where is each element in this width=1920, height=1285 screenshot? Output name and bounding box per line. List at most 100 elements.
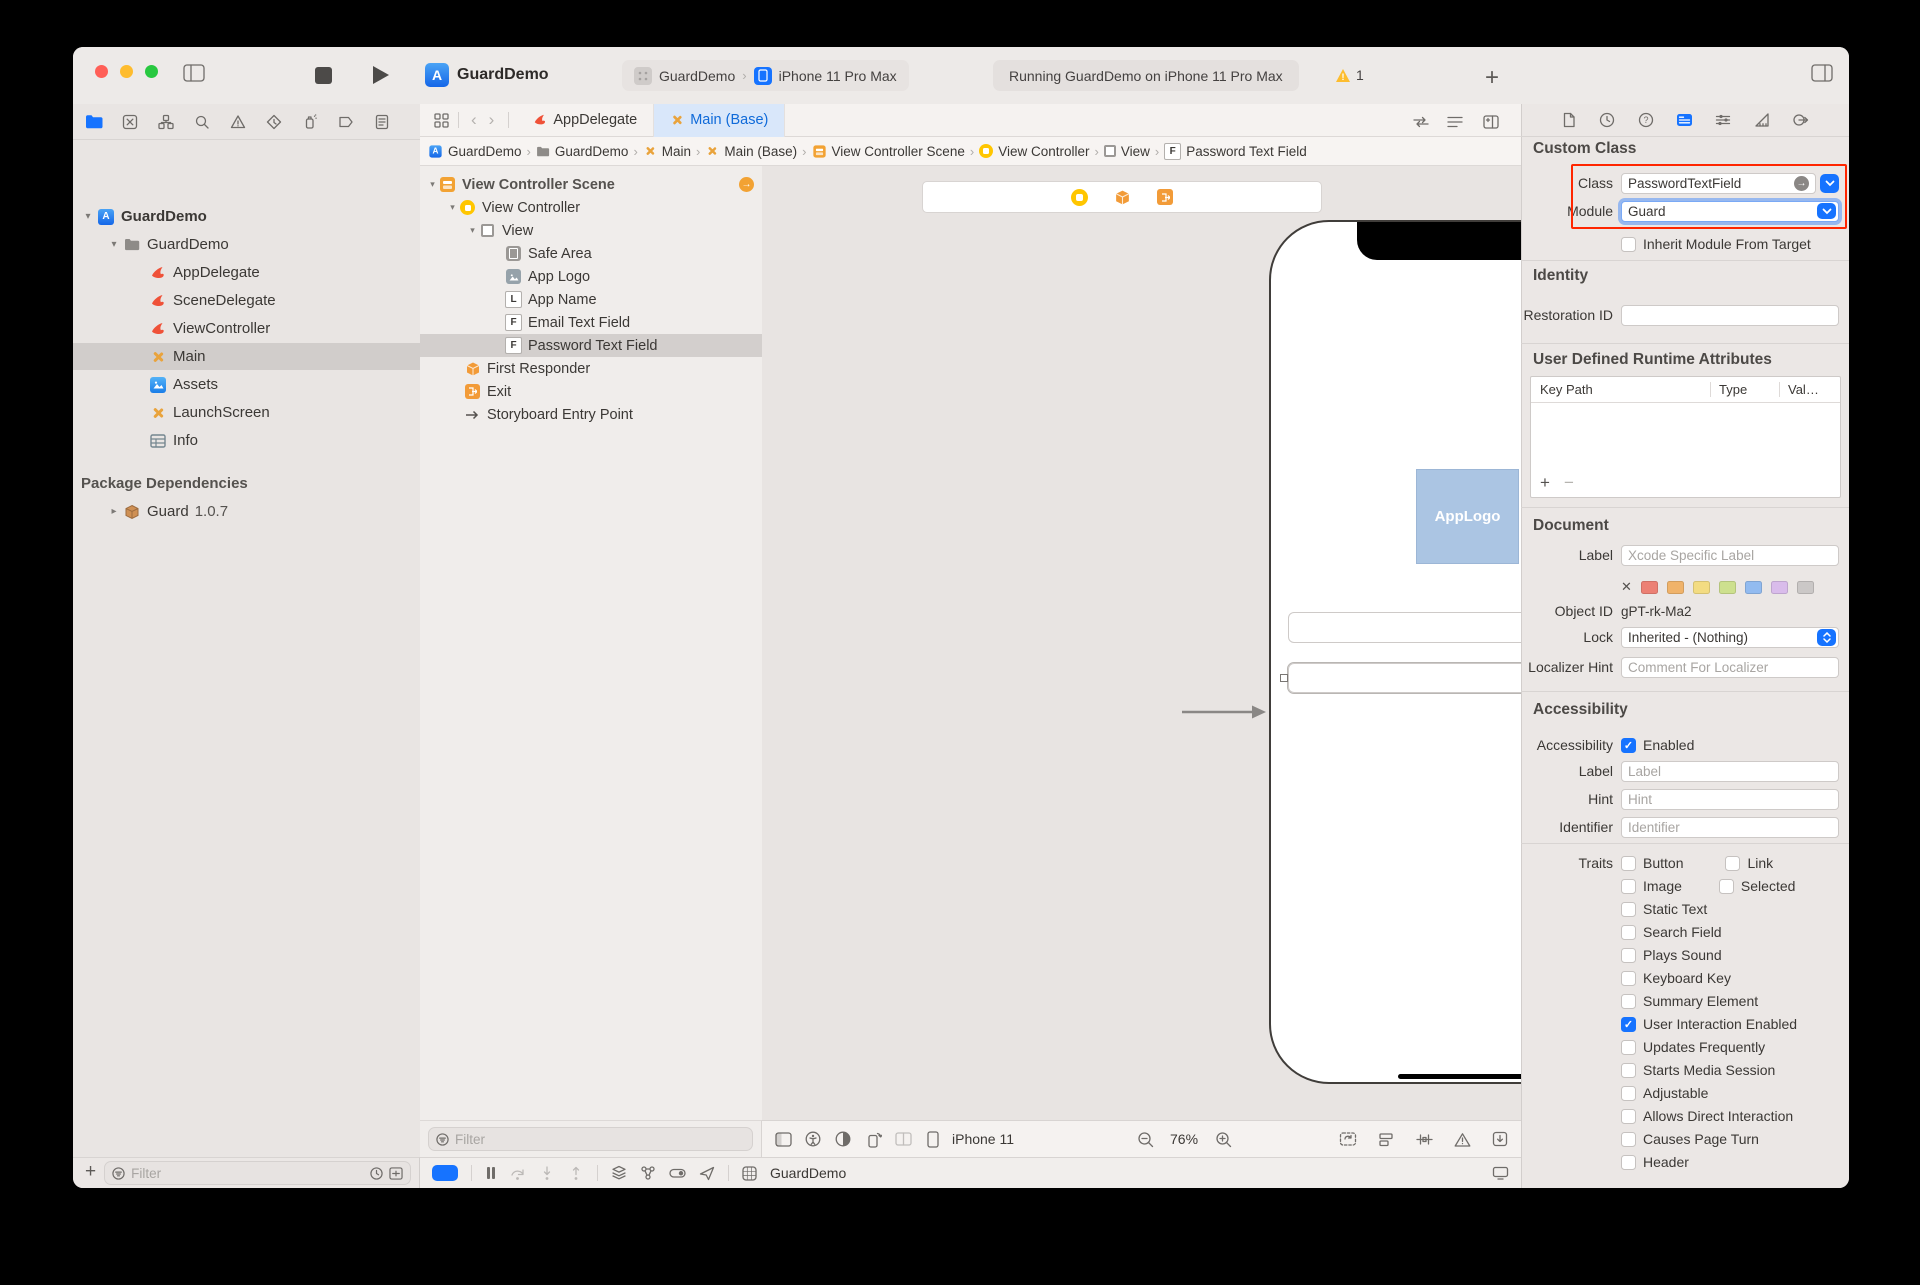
- outline-item-scene[interactable]: ▾ View Controller Scene →: [420, 173, 768, 196]
- column-type[interactable]: Type: [1710, 382, 1779, 397]
- lock-stepper-icon[interactable]: [1817, 629, 1836, 646]
- attributes-inspector-icon[interactable]: [1715, 112, 1731, 128]
- storyboard-entry-arrow[interactable]: [1180, 704, 1270, 720]
- disclosure-open-icon[interactable]: ▾: [446, 202, 459, 213]
- issue-navigator-icon[interactable]: [227, 112, 249, 132]
- scene-jump-icon[interactable]: →: [739, 177, 754, 192]
- stop-button[interactable]: [315, 67, 332, 84]
- resolve-autolayout-icon[interactable]: [1451, 1129, 1473, 1149]
- update-frames-icon[interactable]: [1337, 1129, 1359, 1149]
- device-frame[interactable]: AppLogo: [1269, 220, 1521, 1084]
- selection-handle-left[interactable]: [1280, 674, 1288, 682]
- minimize-window-button[interactable]: [120, 65, 133, 78]
- debug-view-hierarchy-icon[interactable]: [611, 1165, 627, 1181]
- sidebar-item-main-storyboard[interactable]: Main: [73, 343, 420, 370]
- trait-checkbox-user-interaction[interactable]: ✓: [1621, 1017, 1636, 1032]
- doc-color-red[interactable]: [1641, 581, 1658, 594]
- editor-options-icon[interactable]: [1444, 112, 1466, 132]
- file-inspector-icon[interactable]: [1561, 112, 1577, 128]
- storyboard-canvas[interactable]: AppLogo: [762, 166, 1521, 1120]
- sidebar-item-assets[interactable]: Assets: [73, 371, 420, 398]
- app-logo-view[interactable]: AppLogo: [1416, 469, 1519, 564]
- library-add-button[interactable]: +: [1485, 64, 1499, 92]
- test-navigator-icon[interactable]: [263, 112, 285, 132]
- outline-item-first-responder[interactable]: First Responder: [420, 357, 806, 380]
- outline-filter-field[interactable]: Filter: [428, 1127, 753, 1151]
- outline-item-entry-point[interactable]: Storyboard Entry Point: [420, 403, 806, 426]
- identity-inspector-icon[interactable]: [1676, 112, 1693, 128]
- document-label-field[interactable]: Xcode Specific Label: [1621, 545, 1839, 566]
- quick-help-inspector-icon[interactable]: ?: [1638, 112, 1654, 128]
- toggle-navigator-icon[interactable]: [183, 64, 205, 82]
- add-attribute-button[interactable]: +: [1540, 473, 1550, 493]
- device-name-label[interactable]: iPhone 11: [952, 1131, 1014, 1147]
- appearance-icon[interactable]: [832, 1129, 854, 1149]
- outline-item-exit[interactable]: Exit: [420, 380, 806, 403]
- trait-checkbox[interactable]: [1621, 1086, 1636, 1101]
- zoom-level-label[interactable]: 76%: [1170, 1131, 1198, 1147]
- navigator-filter-field[interactable]: Filter: [104, 1161, 411, 1185]
- find-navigator-icon[interactable]: [191, 112, 213, 132]
- class-dropdown-button[interactable]: [1820, 174, 1839, 193]
- simulate-location-icon[interactable]: [699, 1166, 715, 1181]
- a11y-hint-field[interactable]: Hint: [1621, 789, 1839, 810]
- localizer-hint-field[interactable]: Comment For Localizer: [1621, 657, 1839, 678]
- breakpoints-toggle[interactable]: [432, 1165, 458, 1181]
- disclosure-open-icon[interactable]: ▾: [426, 179, 439, 190]
- a11y-label-field[interactable]: Label: [1621, 761, 1839, 782]
- restoration-id-field[interactable]: [1621, 305, 1839, 326]
- toggle-inspector-icon[interactable]: [1811, 64, 1833, 82]
- sidebar-item-launchscreen[interactable]: LaunchScreen: [73, 399, 420, 426]
- trait-checkbox[interactable]: [1621, 902, 1636, 917]
- doc-color-gray[interactable]: [1797, 581, 1814, 594]
- doc-color-green[interactable]: [1719, 581, 1736, 594]
- breadcrumb-view-controller[interactable]: View Controller: [979, 144, 1089, 159]
- trait-checkbox[interactable]: [1621, 971, 1636, 986]
- trait-checkbox[interactable]: [1621, 1063, 1636, 1078]
- doc-color-blue[interactable]: [1745, 581, 1762, 594]
- disclosure-open-icon[interactable]: ▾: [81, 211, 95, 222]
- related-items-icon[interactable]: [430, 110, 452, 130]
- password-text-field[interactable]: [1288, 663, 1521, 693]
- outline-item-view[interactable]: ▾ View: [420, 219, 808, 242]
- color-none-icon[interactable]: ✕: [1621, 579, 1632, 595]
- sidebar-item-group-guarddemo[interactable]: ▾ GuardDemo: [73, 231, 420, 258]
- go-forward-icon[interactable]: ›: [483, 110, 501, 130]
- tab-main-base[interactable]: Main (Base): [654, 104, 785, 137]
- trait-checkbox[interactable]: [1621, 1109, 1636, 1124]
- sidebar-item-scenedelegate[interactable]: SceneDelegate: [73, 287, 420, 314]
- breadcrumb-password-field[interactable]: FPassword Text Field: [1164, 143, 1307, 160]
- add-constraints-icon[interactable]: [1413, 1129, 1435, 1149]
- size-inspector-icon[interactable]: [1754, 112, 1770, 128]
- sidebar-item-viewcontroller[interactable]: ViewController: [73, 315, 420, 342]
- dock-view-controller-icon[interactable]: [1071, 189, 1088, 206]
- add-file-icon[interactable]: +: [85, 1161, 96, 1183]
- connections-inspector-icon[interactable]: [1792, 112, 1809, 128]
- runtime-attributes-table[interactable]: Key Path Type Val… + −: [1530, 376, 1841, 498]
- report-navigator-icon[interactable]: [371, 112, 393, 132]
- accessibility-enabled-checkbox[interactable]: ✓: [1621, 738, 1636, 753]
- trait-checkbox[interactable]: [1725, 856, 1740, 871]
- history-inspector-icon[interactable]: [1599, 112, 1615, 128]
- trait-checkbox[interactable]: [1621, 994, 1636, 1009]
- trait-checkbox[interactable]: [1621, 879, 1636, 894]
- a11y-identifier-field[interactable]: Identifier: [1621, 817, 1839, 838]
- source-control-filter-icon[interactable]: [389, 1167, 403, 1180]
- breadcrumb-scene[interactable]: View Controller Scene: [812, 144, 965, 159]
- sidebar-item-project-guarddemo[interactable]: ▾ A GuardDemo: [73, 203, 420, 230]
- device-icon[interactable]: [922, 1129, 944, 1149]
- trait-checkbox[interactable]: [1621, 925, 1636, 940]
- column-value[interactable]: Val…: [1779, 382, 1840, 397]
- outline-toggle-icon[interactable]: [772, 1129, 794, 1149]
- trait-checkbox[interactable]: [1719, 879, 1734, 894]
- trait-checkbox[interactable]: [1621, 1132, 1636, 1147]
- align-icon[interactable]: [1375, 1129, 1397, 1149]
- dock-exit-icon[interactable]: [1157, 189, 1173, 205]
- column-key-path[interactable]: Key Path: [1531, 382, 1710, 397]
- breadcrumb-group[interactable]: GuardDemo: [536, 144, 629, 159]
- recent-files-clock-icon[interactable]: [370, 1167, 383, 1180]
- zoom-window-button[interactable]: [145, 65, 158, 78]
- sidebar-item-appdelegate[interactable]: AppDelegate: [73, 259, 420, 286]
- sidebar-item-package-guard[interactable]: ▸ Guard 1.0.7: [73, 498, 420, 525]
- email-text-field[interactable]: [1288, 612, 1521, 643]
